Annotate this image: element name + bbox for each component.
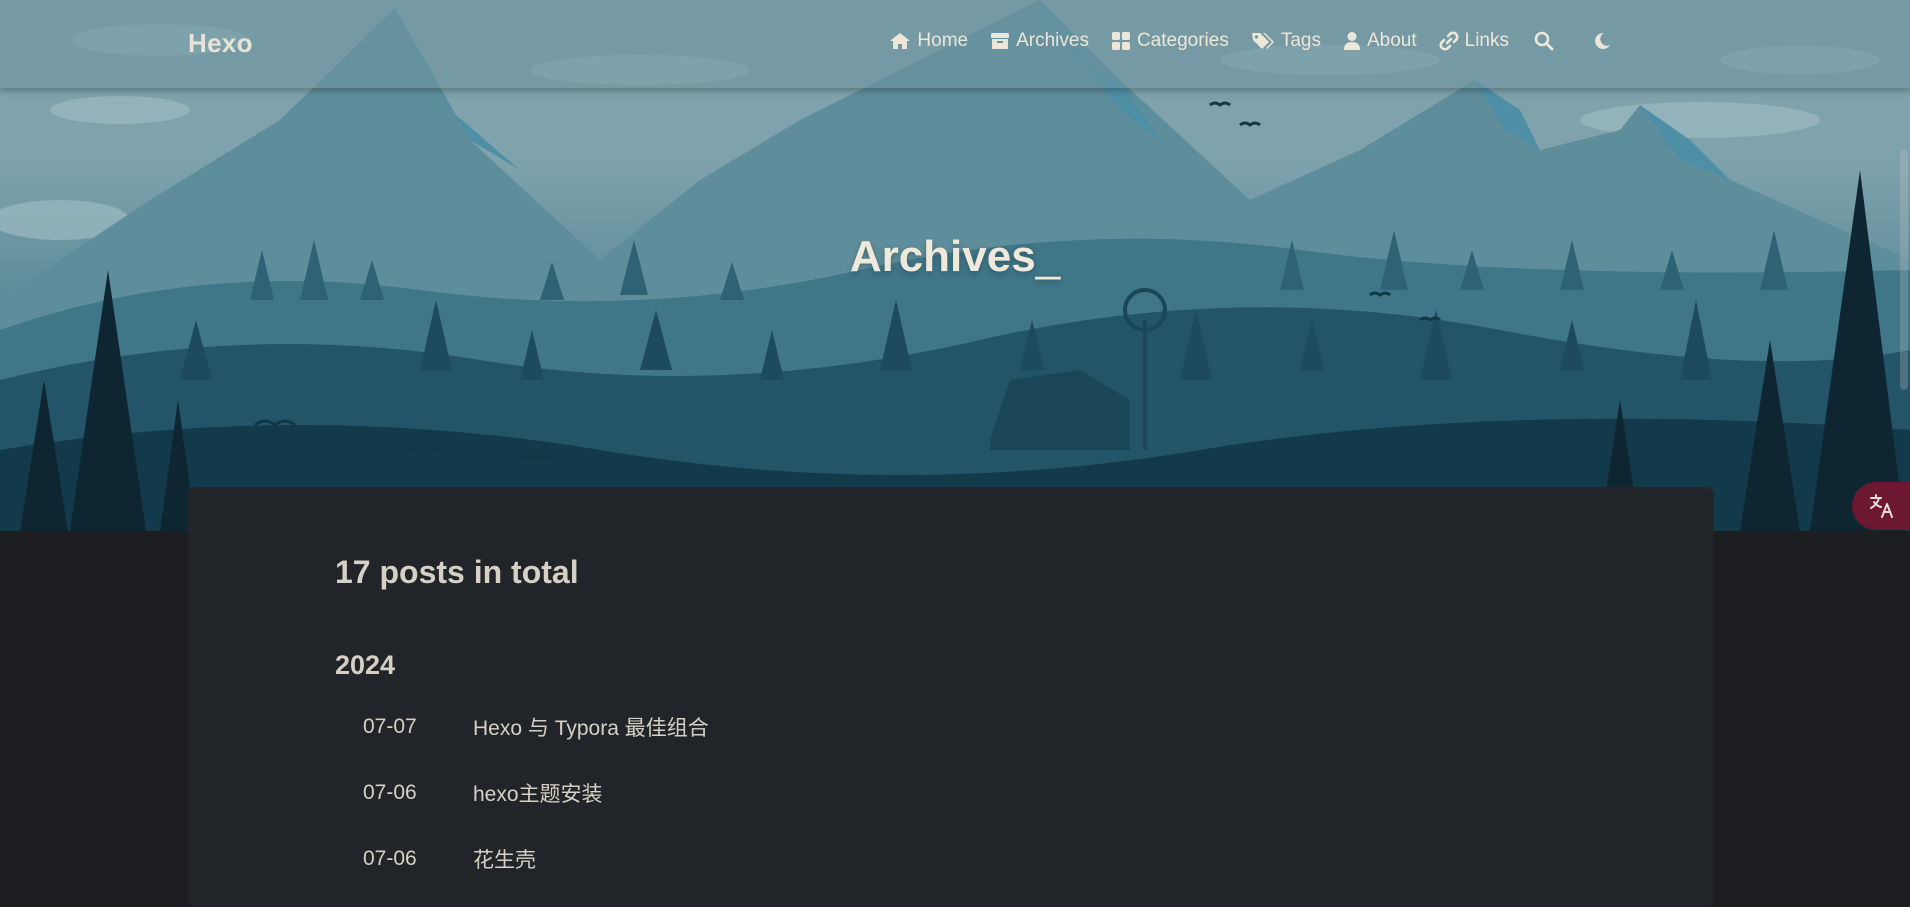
translate-icon — [1870, 494, 1893, 518]
link-icon — [1439, 31, 1459, 51]
banner: Hexo Home Archives Categories Tags About — [0, 0, 1910, 531]
post-title-link[interactable]: 花生壳 — [473, 844, 536, 874]
post-title-link[interactable]: Hexo 与 Typora 最佳组合 — [473, 712, 709, 742]
typing-cursor: _ — [1035, 232, 1061, 281]
nav-item-links[interactable]: Links — [1439, 30, 1509, 52]
list-item[interactable]: 07-06 花生壳 — [363, 844, 536, 874]
post-title-link[interactable]: hexo主题安装 — [473, 778, 603, 808]
home-icon — [890, 33, 911, 49]
nav-item-home[interactable]: Home — [889, 30, 968, 52]
page-title: Archives_ — [0, 232, 1910, 282]
nav-item-label: Links — [1464, 30, 1509, 51]
theme-toggle-button[interactable] — [1592, 31, 1618, 51]
list-item[interactable]: 07-06 hexo主题安装 — [363, 778, 603, 808]
scrollbar-thumb[interactable] — [1900, 150, 1908, 390]
page-title-text: Archives — [849, 232, 1036, 281]
list-item[interactable]: 07-07 Hexo 与 Typora 最佳组合 — [363, 712, 709, 742]
nav-item-tags[interactable]: Tags — [1251, 30, 1321, 52]
search-button[interactable] — [1534, 31, 1560, 51]
nav-item-archives[interactable]: Archives — [990, 30, 1089, 52]
archive-card: 17 posts in total 2024 07-07 Hexo 与 Typo… — [188, 487, 1714, 907]
nav-item-categories[interactable]: Categories — [1111, 30, 1229, 52]
tags-icon — [1251, 33, 1274, 49]
post-date: 07-06 — [363, 847, 417, 870]
nav-item-label: About — [1366, 30, 1417, 51]
categories-grid-icon — [1111, 32, 1130, 50]
post-date: 07-06 — [363, 781, 417, 804]
archive-year: 2024 — [335, 650, 396, 680]
nav-item-label: Archives — [1016, 30, 1089, 51]
page-scrollbar[interactable] — [1898, 0, 1910, 885]
site-brand[interactable]: Hexo — [188, 28, 253, 59]
nav-menu: Home Archives Categories Tags About Link… — [867, 30, 1618, 52]
nav-item-label: Categories — [1136, 30, 1229, 51]
nav-item-about[interactable]: About — [1343, 30, 1417, 52]
nav-item-label: Home — [917, 30, 969, 51]
search-icon — [1534, 31, 1554, 51]
archive-box-icon — [991, 33, 1010, 49]
post-date: 07-07 — [363, 715, 417, 738]
top-navbar: Hexo Home Archives Categories Tags About — [0, 0, 1910, 88]
posts-total: 17 posts in total — [335, 554, 579, 590]
nav-item-label: Tags — [1280, 30, 1321, 51]
user-icon — [1343, 32, 1360, 50]
moon-icon — [1595, 32, 1610, 49]
